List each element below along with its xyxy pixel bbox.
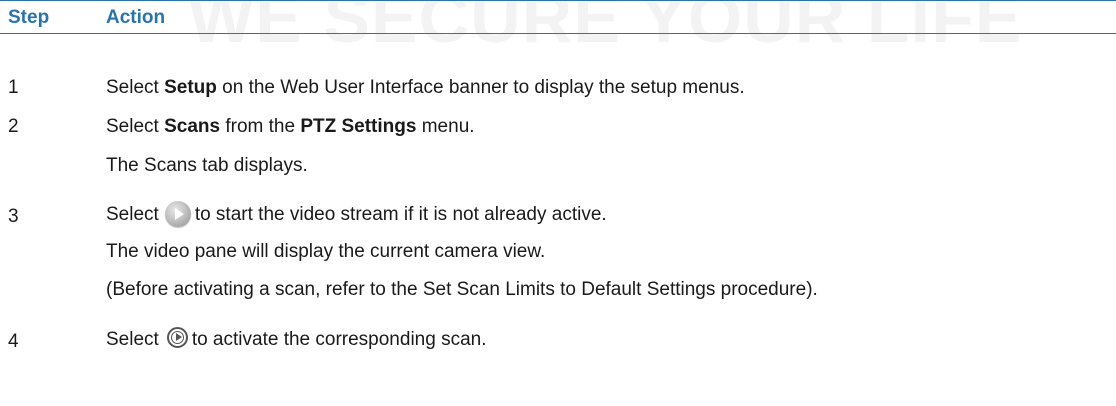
- play-icon: [164, 201, 191, 227]
- header-action: Action: [106, 7, 166, 28]
- action-text: to start the video stream if it is not a…: [194, 204, 607, 225]
- action-text: Select: [106, 329, 159, 350]
- action-text: from the: [220, 116, 301, 137]
- step-action: Select Setup on the Web User Interface b…: [106, 77, 745, 99]
- step-note: (Before activating a scan, refer to the …: [106, 279, 818, 300]
- step-action: Select Scans from the PTZ Settings menu.: [106, 116, 475, 138]
- action-text: to activate the corresponding scan.: [191, 329, 487, 350]
- ui-term-ptz-settings: PTZ Settings: [300, 116, 417, 137]
- table-header: Step Action: [0, 0, 1116, 34]
- step-number: 1: [8, 77, 19, 98]
- step-number: 4: [8, 331, 19, 352]
- header-step: Step: [8, 7, 50, 28]
- action-text: Select: [106, 204, 159, 225]
- action-text: Select: [106, 77, 165, 98]
- action-text: on the Web User Interface banner to disp…: [216, 77, 745, 98]
- step-result: The video pane will display the current …: [106, 241, 546, 262]
- ui-term-setup: Setup: [164, 77, 217, 98]
- step-action: Select to activate the corresponding scan…: [106, 327, 487, 351]
- scan-activate-icon: [166, 327, 188, 348]
- step-action: Select to start the video stream if it is…: [106, 201, 607, 227]
- action-text: menu.: [416, 116, 475, 137]
- action-text: Select: [106, 116, 165, 137]
- step-result: The Scans tab displays.: [106, 155, 308, 176]
- step-number: 2: [8, 116, 19, 137]
- step-number: 3: [8, 206, 19, 227]
- ui-term-scans: Scans: [164, 116, 221, 137]
- procedure-table: Step Action 1 Select Setup on the Web Us…: [0, 0, 1116, 352]
